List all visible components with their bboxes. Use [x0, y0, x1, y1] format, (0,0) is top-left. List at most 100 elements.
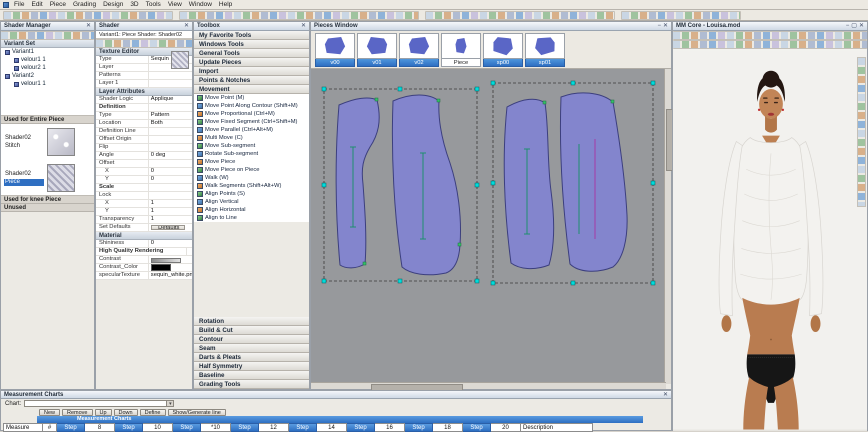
menu-item[interactable]: File	[14, 1, 24, 8]
vertical-scrollbar[interactable]	[664, 69, 673, 384]
property-value[interactable]	[149, 160, 192, 167]
menu-item[interactable]: Window	[189, 1, 212, 8]
property-value[interactable]	[149, 128, 192, 135]
property-value[interactable]	[149, 256, 192, 263]
measurement-button[interactable]: Down	[113, 409, 138, 416]
viewer-3d-toolbar-row2[interactable]	[673, 40, 867, 49]
menu-item[interactable]: Design	[103, 1, 123, 8]
toolbox-tool[interactable]: Move Proportional (Ctrl+M)	[194, 110, 309, 118]
toolbox-category[interactable]: Update Pieces	[194, 58, 309, 67]
property-row[interactable]: High Quality Rendering	[96, 248, 192, 256]
toolbox-tool[interactable]: Multi Move (C)	[194, 134, 309, 142]
property-value[interactable]: 1	[149, 216, 192, 223]
toolbar-icons-strip[interactable]	[621, 10, 741, 20]
property-value[interactable]	[187, 248, 192, 255]
piece-tile[interactable]: v01	[357, 33, 397, 68]
property-row[interactable]: Definition Line	[96, 128, 192, 136]
property-value[interactable]: 0	[149, 176, 192, 183]
toolbox-category[interactable]: Grading Tools	[194, 380, 309, 389]
property-row[interactable]: Shader Logic Applique	[96, 96, 192, 104]
variant-tree-item[interactable]: velour2 1	[1, 64, 94, 72]
viewer-3d-viewport[interactable]	[673, 49, 867, 431]
variant-tree-item[interactable]: velour1 1	[1, 80, 94, 88]
close-icon[interactable]: ✕	[663, 22, 668, 30]
toolbox-tool[interactable]: Align Vertical	[194, 198, 309, 206]
close-icon[interactable]: ✕	[301, 22, 306, 30]
property-value[interactable]	[149, 264, 192, 271]
property-row[interactable]: Location Both	[96, 120, 192, 128]
toolbox-category[interactable]: Rotation	[194, 317, 309, 326]
property-row[interactable]: X 0	[96, 168, 192, 176]
property-value[interactable]: 0 deg	[149, 152, 192, 159]
property-value[interactable]	[149, 184, 192, 191]
toolbox-category-movement[interactable]: Movement	[194, 85, 309, 94]
toolbox-category[interactable]: General Tools	[194, 49, 309, 58]
variant-tree-item[interactable]: velour1 1	[1, 56, 94, 64]
property-row[interactable]: Definition	[96, 104, 192, 112]
property-row[interactable]: Offset Origin	[96, 136, 192, 144]
toolbox-tool[interactable]: Align Horizontal	[194, 206, 309, 214]
toolbox-tool[interactable]: Move Parallel (Ctrl+Alt+M)	[194, 126, 309, 134]
property-value[interactable]: 1	[149, 200, 192, 207]
property-value[interactable]: Both	[149, 120, 192, 127]
toolbox-category[interactable]: Import	[194, 67, 309, 76]
shader-manager-toolbar[interactable]	[1, 31, 94, 40]
menu-item[interactable]: Edit	[31, 1, 42, 8]
toolbox-category[interactable]: Points & Notches	[194, 76, 309, 85]
variant-tree-item[interactable]: Variant1	[1, 48, 94, 56]
property-value[interactable]	[149, 104, 192, 111]
piece-tile[interactable]: Piece	[441, 33, 481, 68]
property-row[interactable]: Y 1	[96, 208, 192, 216]
toolbox-tool[interactable]: Move Point (M)	[194, 94, 309, 102]
close-icon[interactable]: ✕	[663, 391, 668, 399]
toolbox-tool[interactable]: Walk Segments (Shift+Alt+W)	[194, 182, 309, 190]
property-value[interactable]	[149, 80, 192, 87]
chart-select[interactable]: ▾	[24, 400, 175, 407]
variant-tree-item[interactable]: Variant2	[1, 72, 94, 80]
property-row[interactable]: Lock	[96, 192, 192, 200]
toolbox-category[interactable]: My Favorite Tools	[194, 31, 309, 40]
property-row[interactable]: Shininess 0	[96, 240, 192, 248]
property-value[interactable]	[149, 136, 192, 143]
minimize-icon[interactable]: −	[657, 22, 661, 30]
property-row[interactable]: Y 0	[96, 176, 192, 184]
property-row[interactable]: Transparency 1	[96, 216, 192, 224]
toolbox-category[interactable]: Darts & Pleats	[194, 353, 309, 362]
toolbox-tool[interactable]: Move Piece	[194, 158, 309, 166]
measurement-button[interactable]: Remove	[62, 409, 93, 416]
viewer-3d-toolbar-row1[interactable]	[673, 31, 867, 40]
property-value[interactable]: Pattern	[149, 112, 192, 119]
property-row[interactable]: Flip	[96, 144, 192, 152]
menu-item[interactable]: View	[168, 1, 182, 8]
toolbox-category[interactable]: Windows Tools	[194, 40, 309, 49]
menu-item[interactable]: Grading	[73, 1, 96, 8]
property-row[interactable]: X 1	[96, 200, 192, 208]
property-row[interactable]: Angle 0 deg	[96, 152, 192, 160]
toolbox-category[interactable]: Contour	[194, 335, 309, 344]
property-row[interactable]: Scale	[96, 184, 192, 192]
property-value[interactable]: 0	[149, 240, 192, 247]
menu-item[interactable]: Tools	[146, 1, 161, 8]
shader-item[interactable]: Shader02 Piece	[1, 160, 94, 196]
toolbox-tool[interactable]: Move Fixed Segment (Ctrl+Shift+M)	[194, 118, 309, 126]
property-value[interactable]: Applique	[149, 96, 192, 103]
property-row[interactable]: specularTexture sequin_white.png	[96, 272, 192, 280]
measurement-button[interactable]: New	[39, 409, 61, 416]
pattern-canvas[interactable]	[311, 69, 666, 384]
selected-chart-row[interactable]: Measurement Charts	[37, 416, 643, 423]
toolbox-category[interactable]: Half Symmetry	[194, 362, 309, 371]
close-icon[interactable]: ✕	[86, 22, 91, 30]
texture-preview[interactable]	[171, 51, 189, 69]
measurement-button[interactable]: Define	[139, 409, 166, 416]
property-row[interactable]: Set Defaults Defaults	[96, 224, 192, 232]
viewer-3d-side-toolbar[interactable]	[857, 57, 866, 207]
toolbar-icons-strip[interactable]	[179, 10, 419, 20]
close-icon[interactable]: ✕	[859, 22, 864, 30]
piece-tile[interactable]: v00	[315, 33, 355, 68]
property-row[interactable]: Type Pattern	[96, 112, 192, 120]
menu-item[interactable]: 3D	[130, 1, 138, 8]
property-value[interactable]: 1	[149, 208, 192, 215]
property-value[interactable]	[149, 144, 192, 151]
chevron-down-icon[interactable]: ▾	[166, 401, 174, 407]
maximize-icon[interactable]: ▢	[851, 22, 857, 30]
